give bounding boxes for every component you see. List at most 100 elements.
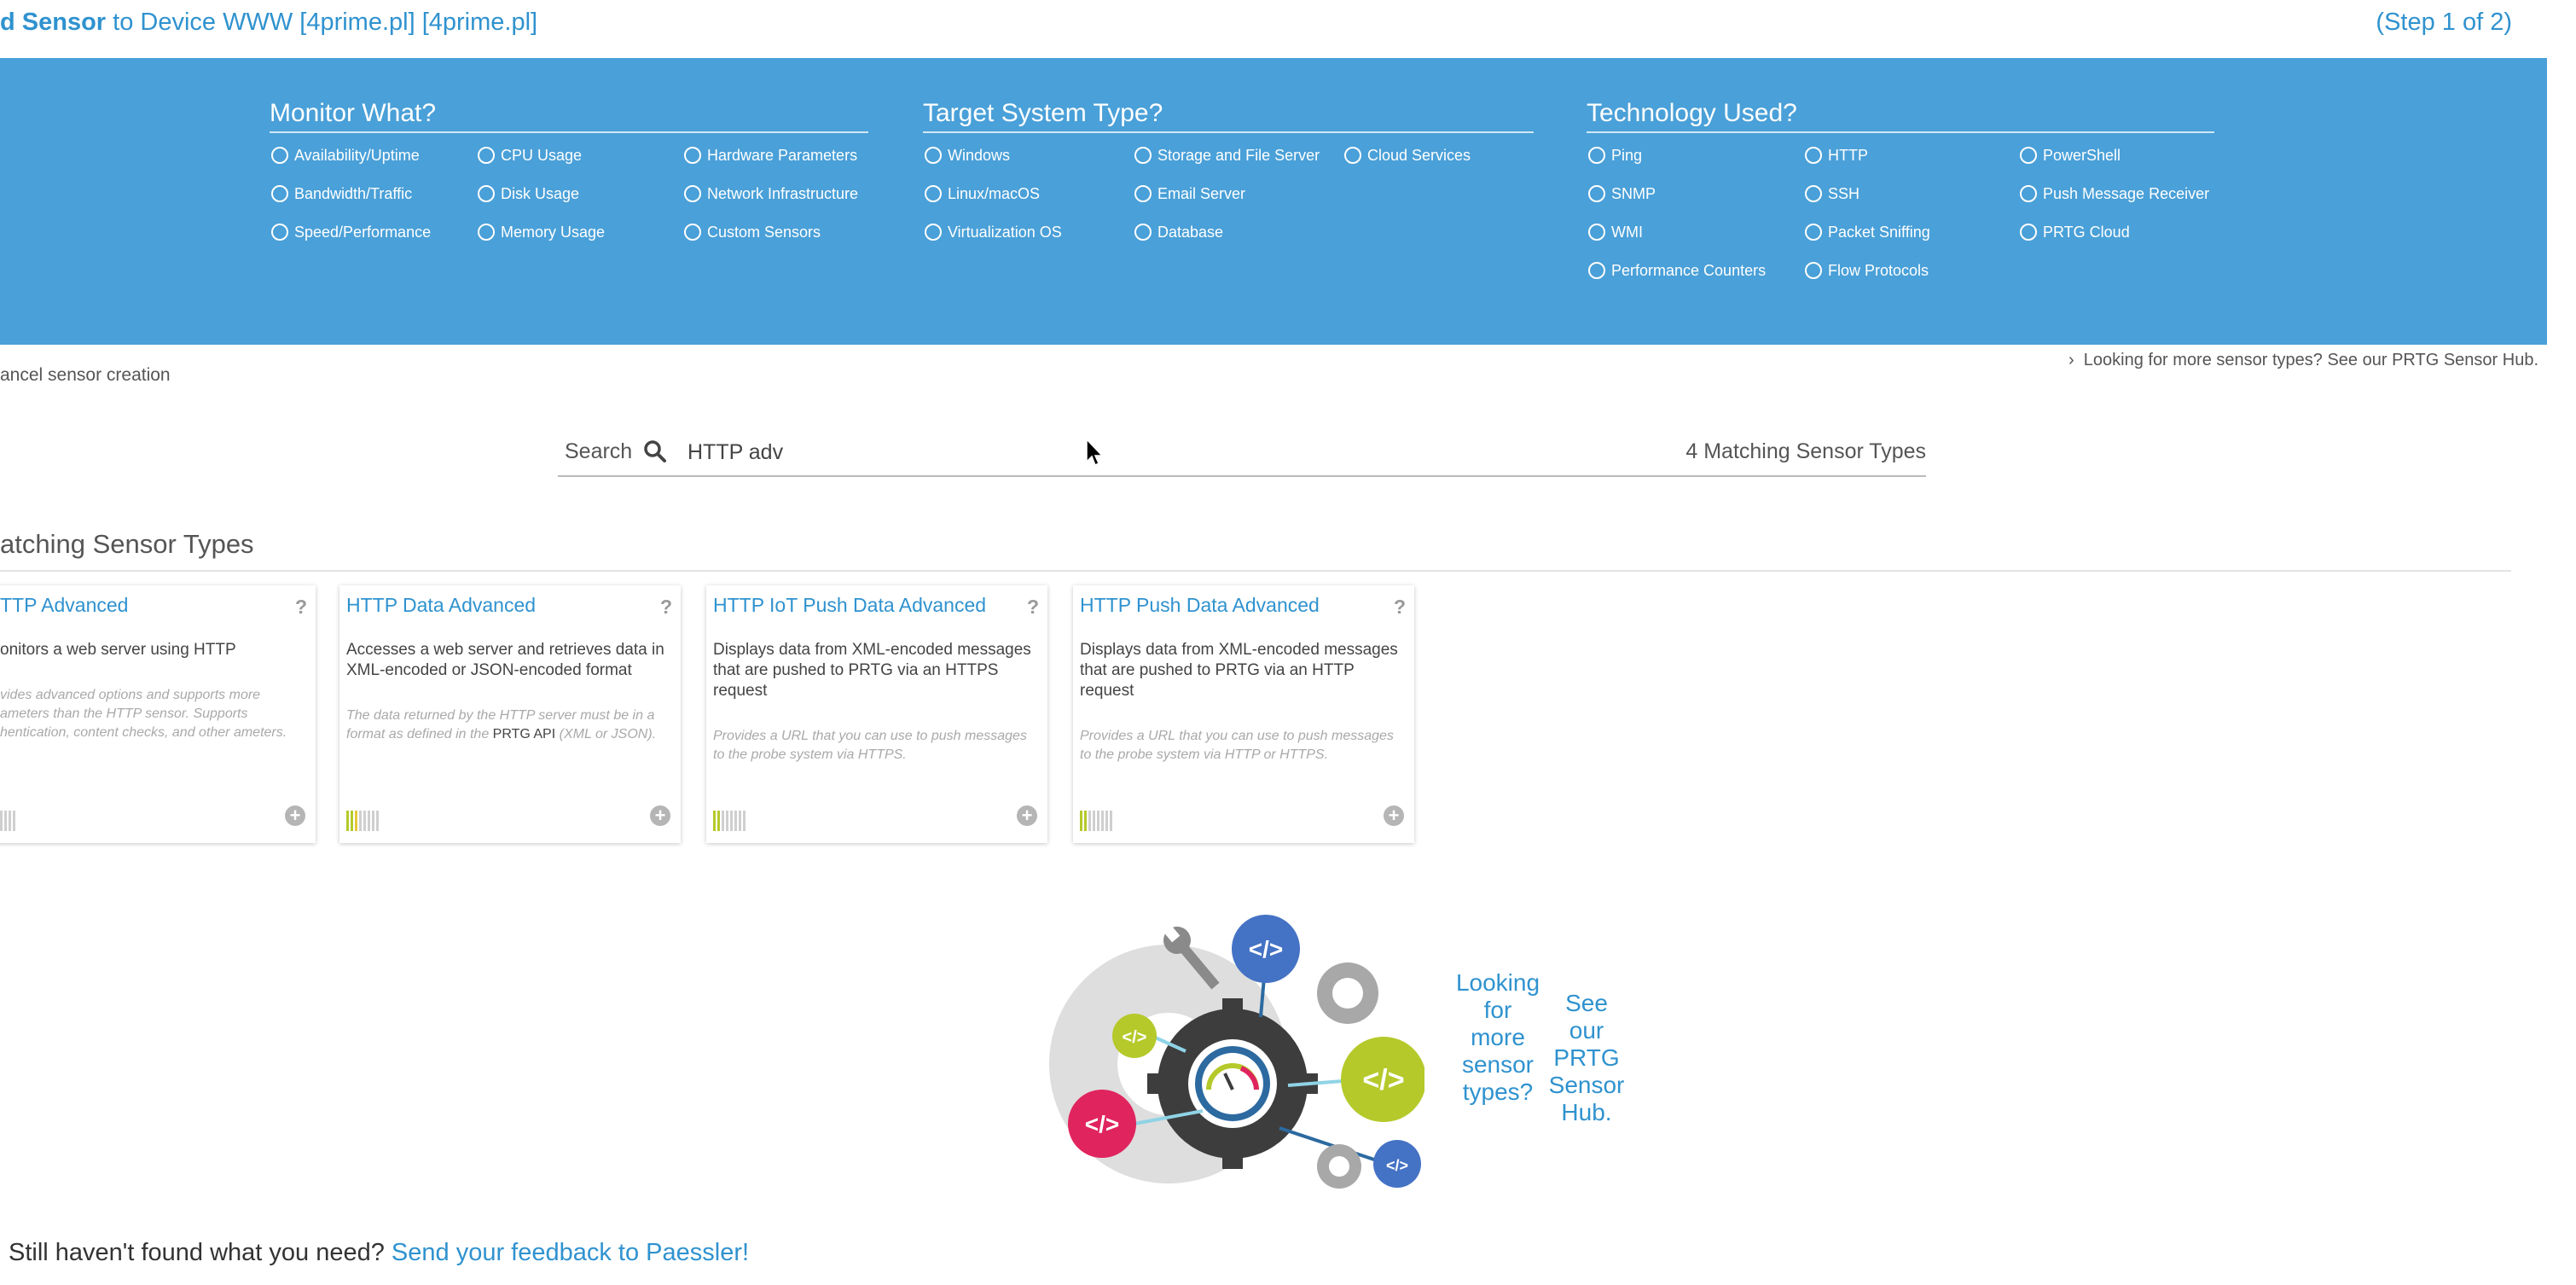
sensor-card-http-data-advanced[interactable]: HTTP Data Advanced ? Accesses a web serv… <box>339 585 681 843</box>
svg-text:</>: </> <box>1085 1111 1119 1137</box>
radio-icon <box>1134 146 1152 164</box>
card-title[interactable]: HTTP IoT Push Data Advanced <box>713 594 986 617</box>
card-title[interactable]: HTTP Push Data Advanced <box>1080 594 1320 617</box>
radio-icon <box>1588 223 1605 241</box>
option-database[interactable]: Database <box>1134 221 1223 243</box>
radio-icon <box>478 146 495 164</box>
add-sensor-icon[interactable]: + <box>1017 805 1037 826</box>
card-note: The data returned by the HTTP server mus… <box>346 708 657 741</box>
option-push-message-receiver[interactable]: Push Message Receiver <box>2020 183 2209 205</box>
help-icon[interactable]: ? <box>1027 596 1039 619</box>
option-ssh[interactable]: SSH <box>1805 183 1859 205</box>
radio-icon <box>1134 223 1152 241</box>
option-virtualization-os[interactable]: Virtualization OS <box>925 221 1062 243</box>
option-disk-usage[interactable]: Disk Usage <box>478 183 579 205</box>
option-performance-counters[interactable]: Performance Counters <box>1588 259 1766 282</box>
card-description: Displays data from XML-encoded messages … <box>1080 641 1398 700</box>
radio-icon <box>684 184 701 202</box>
divider <box>923 131 1534 133</box>
option-hardware-parameters[interactable]: Hardware Parameters <box>684 144 857 166</box>
feedback-link[interactable]: Send your feedback to Paessler! <box>392 1239 749 1266</box>
option-cpu-usage[interactable]: CPU Usage <box>478 144 582 166</box>
radio-icon <box>1588 184 1605 202</box>
radio-icon <box>925 146 942 164</box>
add-sensor-icon[interactable]: + <box>650 805 670 826</box>
option-prtg-cloud[interactable]: PRTG Cloud <box>2020 221 2130 243</box>
code-bubble-icon: </> <box>1373 1140 1421 1188</box>
option-bandwidth-traffic[interactable]: Bandwidth/Traffic <box>271 183 412 205</box>
option-speed-performance[interactable]: Speed/Performance <box>271 221 431 243</box>
card-description: onitors a web server using HTTP <box>0 641 236 659</box>
option-wmi[interactable]: WMI <box>1588 221 1643 243</box>
matching-count: 4 Matching Sensor Types <box>1685 439 1926 463</box>
card-note: vides advanced options and supports more… <box>0 688 287 740</box>
option-email-server[interactable]: Email Server <box>1134 183 1245 205</box>
radio-icon <box>271 184 288 202</box>
performance-impact-icon <box>713 811 746 831</box>
add-sensor-icon[interactable]: + <box>1384 805 1404 826</box>
radio-icon <box>271 223 288 241</box>
feedback-row: Still haven't found what you need? Send … <box>9 1239 750 1266</box>
sensor-hub-link[interactable]: › Looking for more sensor types? See our… <box>2068 351 2538 370</box>
sensor-card-http-advanced[interactable]: TTP Advanced ? onitors a web server usin… <box>0 585 316 843</box>
option-cloud-services[interactable]: Cloud Services <box>1344 144 1471 166</box>
hub-promo-text-right[interactable]: See our PRTG Sensor Hub. <box>1540 990 1633 1126</box>
page-title: d Sensor to Device WWW [4prime.pl] [4pri… <box>0 9 538 36</box>
card-title[interactable]: TTP Advanced <box>0 594 128 617</box>
option-network-infrastructure[interactable]: Network Infrastructure <box>684 183 858 205</box>
option-storage-file-server[interactable]: Storage and File Server <box>1134 144 1320 166</box>
option-packet-sniffing[interactable]: Packet Sniffing <box>1805 221 1930 243</box>
option-linux-macos[interactable]: Linux/macOS <box>925 183 1040 205</box>
radio-icon <box>684 223 701 241</box>
search-input[interactable] <box>688 438 1285 467</box>
card-title[interactable]: HTTP Data Advanced <box>346 594 536 617</box>
performance-impact-icon <box>346 811 379 831</box>
cancel-sensor-creation-link[interactable]: ancel sensor creation <box>0 365 171 386</box>
sensor-hub-illustration[interactable]: </> </> </> </> </> <box>1032 906 1424 1213</box>
prtg-api-link[interactable]: PRTG API <box>493 727 556 741</box>
option-custom-sensors[interactable]: Custom Sensors <box>684 221 821 243</box>
radio-icon <box>1805 261 1822 279</box>
option-http[interactable]: HTTP <box>1805 144 1868 166</box>
option-windows[interactable]: Windows <box>925 144 1010 166</box>
radio-icon <box>684 146 701 164</box>
sensor-card-http-push-data-advanced[interactable]: HTTP Push Data Advanced ? Displays data … <box>1073 585 1414 843</box>
radio-icon <box>1805 146 1822 164</box>
code-bubble-icon: </> <box>1232 915 1300 983</box>
code-bubble-icon: </> <box>1112 1014 1157 1058</box>
radio-icon <box>478 223 495 241</box>
sensor-card-http-iot-push-data-advanced[interactable]: HTTP IoT Push Data Advanced ? Displays d… <box>706 585 1047 843</box>
divider <box>0 570 2511 572</box>
section-title: atching Sensor Types <box>0 529 254 559</box>
target-system-heading: Target System Type? <box>923 99 1163 127</box>
card-note: Provides a URL that you can use to push … <box>1080 729 1394 762</box>
help-icon[interactable]: ? <box>660 596 672 619</box>
performance-impact-icon <box>1080 811 1112 831</box>
help-icon[interactable]: ? <box>295 596 307 619</box>
card-note: Provides a URL that you can use to push … <box>713 729 1027 762</box>
add-sensor-icon[interactable]: + <box>285 805 305 826</box>
svg-text:</>: </> <box>1249 936 1283 962</box>
performance-impact-icon <box>0 811 15 831</box>
radio-icon <box>478 184 495 202</box>
radio-icon <box>2020 146 2037 164</box>
option-powershell[interactable]: PowerShell <box>2020 144 2121 166</box>
hub-promo-text-left[interactable]: Looking for more sensor types? <box>1442 969 1554 1106</box>
mouse-cursor-icon <box>1086 438 1104 467</box>
radio-icon <box>925 223 942 241</box>
option-snmp[interactable]: SNMP <box>1588 183 1656 205</box>
option-availability-uptime[interactable]: Availability/Uptime <box>271 144 420 166</box>
divider <box>1587 131 2214 133</box>
help-icon[interactable]: ? <box>1394 596 1406 619</box>
svg-text:</>: </> <box>1386 1157 1408 1174</box>
small-gear-icon <box>1317 962 1378 1024</box>
option-flow-protocols[interactable]: Flow Protocols <box>1805 259 1929 282</box>
radio-icon <box>1588 146 1605 164</box>
search-bar: Search 4 Matching Sensor Types <box>558 431 1926 477</box>
svg-text:</>: </> <box>1362 1064 1404 1096</box>
radio-icon <box>2020 223 2037 241</box>
option-memory-usage[interactable]: Memory Usage <box>478 221 605 243</box>
radio-icon <box>1588 261 1605 279</box>
option-ping[interactable]: Ping <box>1588 144 1642 166</box>
radio-icon <box>1344 146 1361 164</box>
